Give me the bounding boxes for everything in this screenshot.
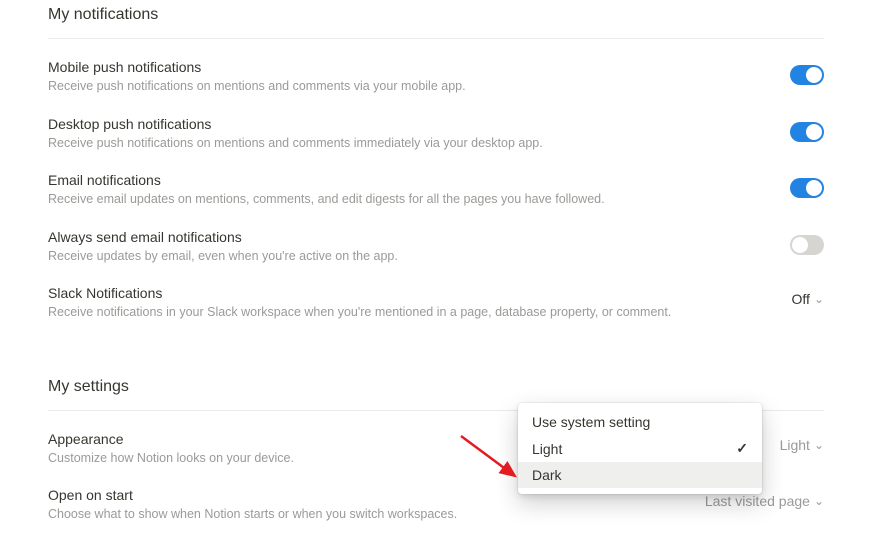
dropdown-item-label: Dark [532, 467, 562, 483]
setting-desc: Receive email updates on mentions, comme… [48, 191, 750, 209]
toggle[interactable] [790, 235, 824, 255]
check-icon: ✓ [736, 440, 748, 457]
toggle[interactable] [790, 178, 824, 198]
setting-title: Slack Notifications [48, 285, 752, 301]
toggle[interactable] [790, 65, 824, 85]
setting-control: Light ⌄ [780, 437, 824, 453]
setting-desc: Receive updates by email, even when you'… [48, 248, 750, 266]
appearance-dropdown[interactable]: Use system setting Light ✓ Dark [518, 403, 762, 494]
toggle-knob [806, 180, 822, 196]
dropdown-item-dark[interactable]: Dark [518, 462, 762, 488]
toggle[interactable] [790, 122, 824, 142]
notifications-heading: My notifications [48, 6, 824, 24]
value-label: Off [792, 291, 810, 307]
setting-control [790, 178, 824, 198]
dropdown-item-light[interactable]: Light ✓ [518, 435, 762, 462]
chevron-down-icon: ⌄ [814, 438, 824, 452]
setting-text: Slack Notifications Receive notifications… [48, 285, 792, 322]
setting-text: Email notifications Receive email updates… [48, 172, 790, 209]
setting-desc: Receive notifications in your Slack work… [48, 304, 752, 322]
value-select[interactable]: Off ⌄ [792, 291, 824, 307]
setting-title: Always send email notifications [48, 229, 750, 245]
setting-title: Mobile push notifications [48, 59, 750, 75]
toggle-knob [806, 124, 822, 140]
value-select[interactable]: Light ⌄ [780, 437, 824, 453]
setting-control: Off ⌄ [792, 291, 824, 307]
setting-control [790, 122, 824, 142]
toggle-knob [806, 67, 822, 83]
value-label: Light [780, 437, 810, 453]
value-select[interactable]: Last visited page ⌄ [705, 493, 824, 509]
chevron-down-icon: ⌄ [814, 494, 824, 508]
divider [48, 38, 824, 39]
setting-row: Mobile push notifications Receive push no… [48, 59, 824, 96]
dropdown-item-use-system[interactable]: Use system setting [518, 409, 762, 435]
setting-row: Always send email notifications Receive u… [48, 229, 824, 266]
dropdown-item-label: Light [532, 441, 562, 457]
setting-row: Slack Notifications Receive notifications… [48, 285, 824, 322]
setting-text: Mobile push notifications Receive push no… [48, 59, 790, 96]
setting-desc: Choose what to show when Notion starts o… [48, 506, 665, 524]
setting-control: Last visited page ⌄ [705, 493, 824, 509]
setting-row: Email notifications Receive email updates… [48, 172, 824, 209]
toggle-knob [792, 237, 808, 253]
setting-title: Email notifications [48, 172, 750, 188]
setting-desc: Receive push notifications on mentions a… [48, 78, 750, 96]
setting-text: Desktop push notifications Receive push n… [48, 116, 790, 153]
setting-row: Desktop push notifications Receive push n… [48, 116, 824, 153]
chevron-down-icon: ⌄ [814, 292, 824, 306]
setting-desc: Receive push notifications on mentions a… [48, 135, 750, 153]
setting-title: Desktop push notifications [48, 116, 750, 132]
dropdown-item-label: Use system setting [532, 414, 650, 430]
value-label: Last visited page [705, 493, 810, 509]
setting-control [790, 65, 824, 85]
setting-control [790, 235, 824, 255]
settings-heading: My settings [48, 378, 824, 396]
setting-text: Always send email notifications Receive u… [48, 229, 790, 266]
